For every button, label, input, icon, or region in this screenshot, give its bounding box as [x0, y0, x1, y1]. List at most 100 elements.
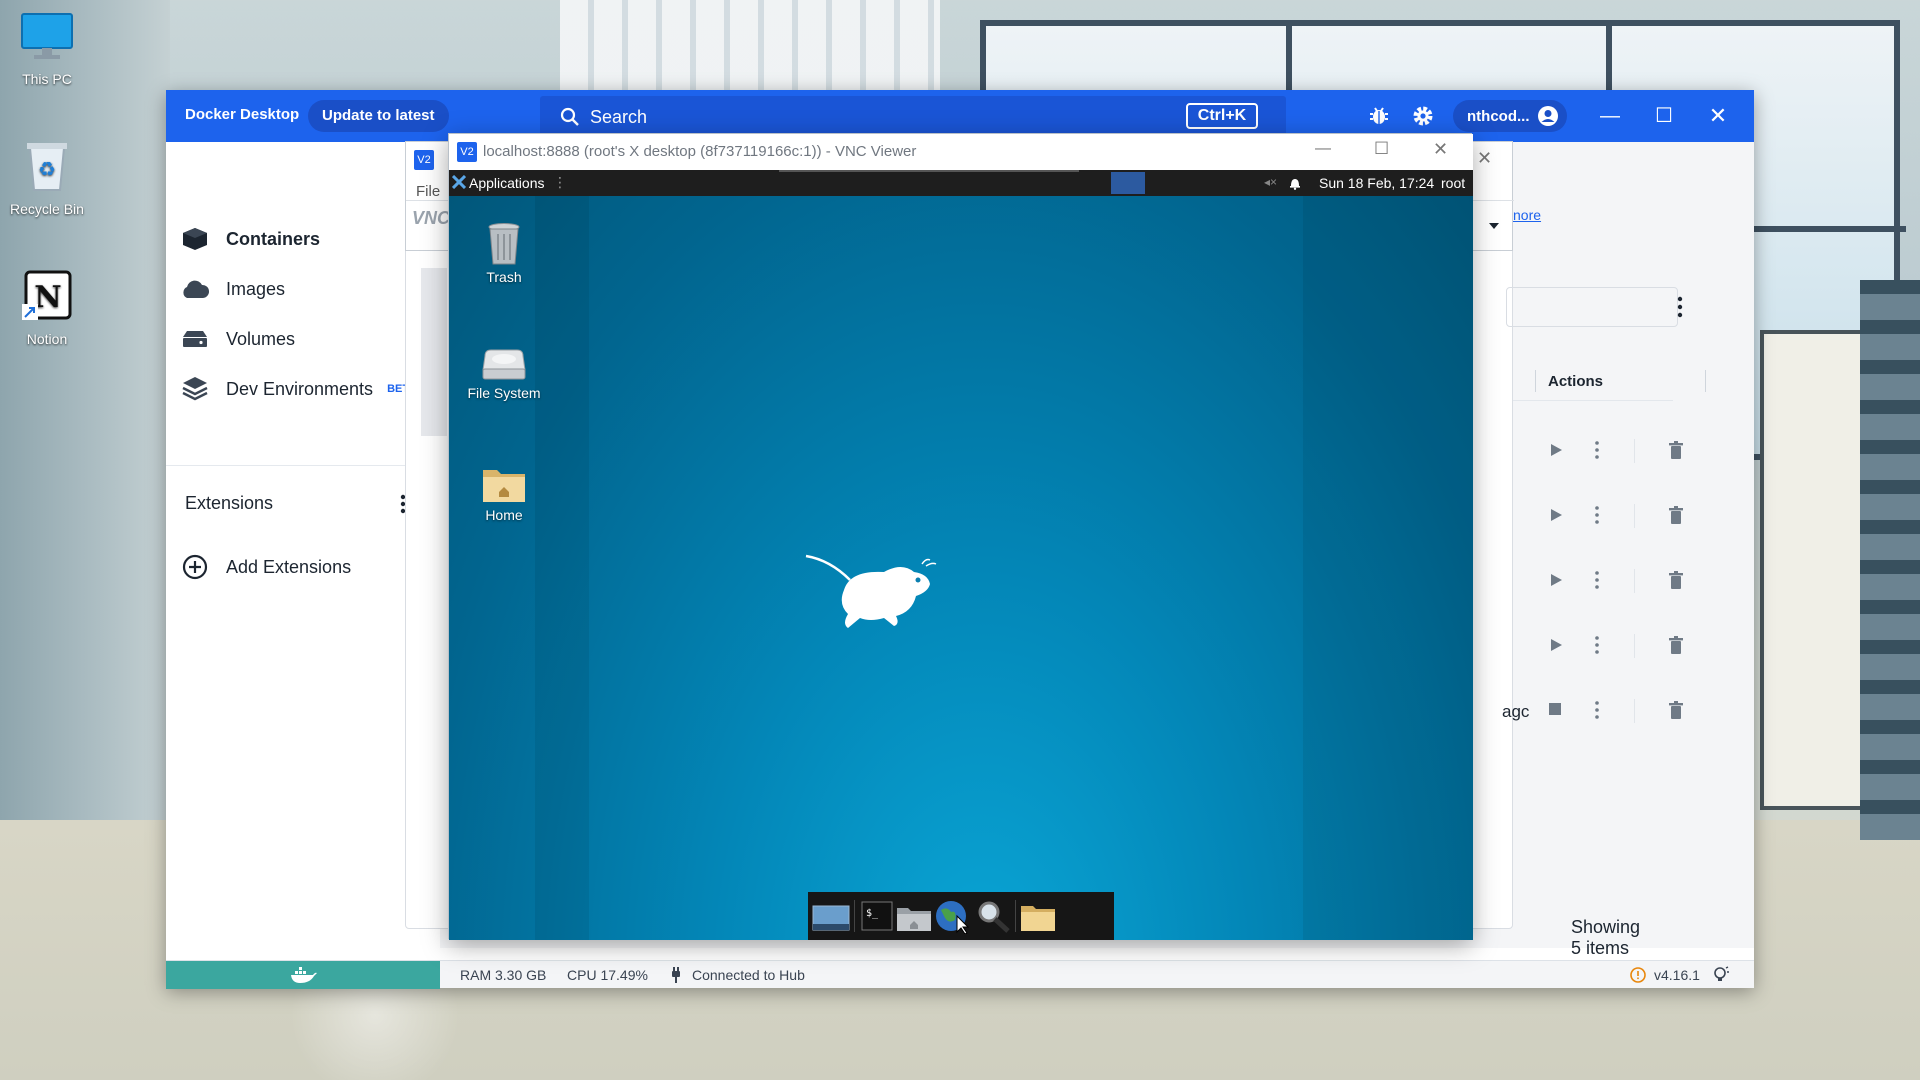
- xfce-icon-home[interactable]: Home: [459, 464, 549, 523]
- desktop-icon-this-pc[interactable]: This PC: [2, 12, 92, 87]
- sidebar-item-label: Volumes: [226, 328, 296, 349]
- notion-icon: N: [2, 270, 92, 325]
- delete-trash-icon[interactable]: [1669, 701, 1683, 719]
- play-icon[interactable]: [1549, 508, 1563, 522]
- xfce-top-panel: Applications ⋮ ◂× Sun 18 Feb, 17:24 root: [449, 170, 1473, 196]
- chevron-down-icon[interactable]: [1488, 222, 1500, 230]
- remote-xfce-desktop[interactable]: Applications ⋮ ◂× Sun 18 Feb, 17:24 root…: [449, 170, 1473, 940]
- xfce-icon-label: File System: [467, 385, 541, 401]
- workspace-switcher[interactable]: [1111, 172, 1145, 194]
- row-more-icon[interactable]: [1595, 441, 1599, 459]
- vnc-viewer-window: V2 localhost:8888 (root's X desktop (8f7…: [448, 133, 1473, 940]
- file-manager-icon[interactable]: [894, 898, 934, 934]
- update-button[interactable]: Update to latest: [308, 100, 449, 132]
- play-icon[interactable]: [1549, 573, 1563, 587]
- update-available-icon[interactable]: [1630, 967, 1646, 983]
- panel-clock[interactable]: Sun 18 Feb, 17:24: [1319, 175, 1434, 191]
- xfce-bottom-dock: $_: [808, 892, 1114, 940]
- delete-trash-icon[interactable]: [1669, 441, 1683, 459]
- cpu-usage: CPU 17.49%: [567, 967, 648, 983]
- sidebar-item-containers[interactable]: Containers: [180, 222, 320, 256]
- table-row-actions: [1540, 630, 1700, 660]
- wallpaper-shelf: [1760, 330, 1870, 810]
- add-circle-icon: [180, 554, 210, 580]
- table-row-actions: [1540, 565, 1700, 595]
- containers-icon: [180, 226, 210, 252]
- play-icon[interactable]: [1549, 443, 1563, 457]
- svg-text:$_: $_: [866, 908, 879, 919]
- row-name-fragment: agc: [1502, 702, 1530, 721]
- background-stripe: [1303, 196, 1473, 940]
- trash-icon: [488, 223, 520, 265]
- maximize-icon[interactable]: ☐: [1652, 104, 1676, 128]
- table-row-actions: [1540, 435, 1700, 465]
- vnc-window-title: localhost:8888 (root's X desktop (8f7371…: [483, 143, 917, 160]
- search-icon: [560, 107, 579, 126]
- delete-trash-icon[interactable]: [1669, 506, 1683, 524]
- avatar-icon: [1538, 106, 1558, 126]
- desktop-icon-label: Notion: [26, 331, 68, 347]
- xfce-icon-trash[interactable]: Trash: [459, 222, 549, 285]
- background-stripe: [535, 196, 589, 940]
- web-browser-globe-icon[interactable]: [933, 898, 973, 934]
- learn-more-link[interactable]: nore: [1513, 207, 1541, 223]
- notification-bell-icon[interactable]: [1289, 176, 1301, 190]
- sidebar-item-dev-environments[interactable]: Dev Environments BET: [180, 372, 409, 406]
- menu-file[interactable]: File: [416, 183, 440, 200]
- close-icon[interactable]: ✕: [1433, 139, 1448, 160]
- close-icon[interactable]: ✕: [1706, 104, 1730, 128]
- panel-more-icon[interactable]: [1677, 296, 1683, 318]
- showing-items-count: Showing 5 items: [1571, 917, 1641, 958]
- app-finder-magnifier-icon[interactable]: [974, 898, 1014, 934]
- minimize-icon[interactable]: —: [1598, 104, 1622, 128]
- dev-environments-icon: [180, 376, 210, 402]
- stop-icon[interactable]: [1549, 703, 1561, 715]
- search-shortcut: Ctrl+K: [1186, 103, 1258, 129]
- maximize-icon[interactable]: ☐: [1374, 139, 1389, 159]
- panel-user[interactable]: root: [1441, 175, 1465, 191]
- images-icon: [180, 276, 210, 302]
- monitor-icon: [2, 12, 92, 65]
- plug-icon: [672, 967, 680, 983]
- sidebar-item-images[interactable]: Images: [180, 272, 285, 306]
- close-icon[interactable]: ✕: [1477, 148, 1492, 169]
- account-name: nthcod...: [1467, 108, 1530, 125]
- folder-icon[interactable]: [1018, 898, 1058, 934]
- engine-status[interactable]: [166, 961, 440, 989]
- account-button[interactable]: nthcod...: [1453, 100, 1567, 132]
- show-desktop-icon[interactable]: [811, 898, 851, 934]
- sidebar-item-volumes[interactable]: Volumes: [180, 322, 295, 356]
- svg-text:N: N: [34, 280, 61, 315]
- add-extensions-item[interactable]: Add Extensions: [180, 550, 351, 584]
- row-more-icon[interactable]: [1595, 571, 1599, 589]
- search-label: Search: [590, 107, 648, 127]
- docker-sidebar: Containers Images Volumes Dev Environmen…: [166, 142, 440, 948]
- docker-whale-icon: [291, 967, 317, 983]
- minimize-icon[interactable]: —: [1315, 140, 1331, 158]
- delete-trash-icon[interactable]: [1669, 636, 1683, 654]
- xfce-icon-file-system[interactable]: File System: [459, 346, 549, 401]
- row-more-icon[interactable]: [1595, 506, 1599, 524]
- desktop-icon-notion[interactable]: N Notion: [2, 270, 92, 347]
- row-more-icon[interactable]: [1595, 701, 1599, 719]
- search-containers-input[interactable]: [1506, 287, 1678, 327]
- file-system-icon: [482, 349, 526, 380]
- volumes-icon: [180, 326, 210, 352]
- actions-column-header: Actions: [1548, 373, 1604, 390]
- terminal-icon[interactable]: $_: [858, 898, 898, 934]
- tips-lightbulb-icon[interactable]: [1712, 966, 1730, 984]
- troubleshoot-bug-icon[interactable]: [1368, 105, 1390, 127]
- vnc-app-icon: V2: [457, 142, 477, 162]
- play-icon[interactable]: [1549, 638, 1563, 652]
- ram-usage: RAM 3.30 GB: [460, 967, 547, 983]
- search-bar[interactable]: Search Ctrl+K: [540, 96, 1286, 136]
- row-more-icon[interactable]: [1595, 636, 1599, 654]
- xfce-icon-label: Trash: [486, 269, 522, 285]
- settings-gear-icon[interactable]: [1411, 104, 1435, 128]
- desktop-icon-recycle-bin[interactable]: ♻ Recycle Bin: [2, 138, 92, 217]
- delete-trash-icon[interactable]: [1669, 571, 1683, 589]
- xfce-mouse-logo: [805, 554, 937, 628]
- applications-menu[interactable]: Applications: [469, 175, 545, 191]
- volume-muted-icon[interactable]: ◂×: [1264, 175, 1277, 189]
- docker-status-bar: RAM 3.30 GB CPU 17.49% Connected to Hub …: [166, 960, 1754, 989]
